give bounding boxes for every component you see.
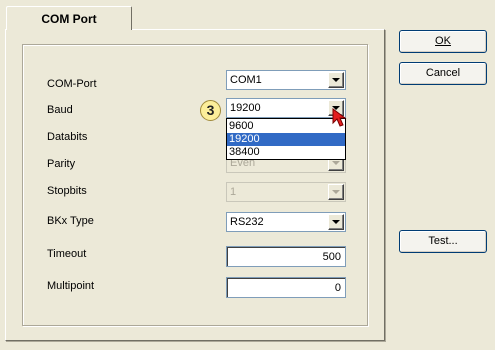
step-number-badge: 3 bbox=[200, 100, 221, 121]
bkx-type-label: BKx Type bbox=[47, 215, 94, 227]
baud-option-19200[interactable]: 19200 bbox=[227, 133, 345, 146]
chevron-down-icon bbox=[332, 190, 340, 194]
stopbits-value: 1 bbox=[230, 186, 237, 198]
stopbits-dropdown-button[interactable] bbox=[328, 184, 344, 200]
multipoint-label: Multipoint bbox=[47, 280, 95, 292]
baud-select[interactable]: 19200 bbox=[226, 98, 346, 118]
red-arrow-cursor-icon bbox=[332, 108, 347, 127]
chevron-down-icon bbox=[332, 220, 340, 224]
parity-label: Parity bbox=[47, 158, 76, 170]
baud-label: Baud bbox=[47, 104, 73, 116]
bkx-type-select[interactable]: RS232 bbox=[226, 212, 346, 232]
ok-label: OK bbox=[435, 35, 451, 47]
baud-value: 19200 bbox=[230, 102, 261, 114]
com-port-select[interactable]: COM1 bbox=[226, 70, 346, 90]
baud-dropdown-list: 9600 19200 38400 bbox=[226, 118, 346, 160]
test-button[interactable]: Test... bbox=[399, 230, 487, 253]
chevron-down-icon bbox=[332, 78, 340, 82]
tab-com-port[interactable]: COM Port bbox=[6, 6, 132, 30]
cancel-button[interactable]: Cancel bbox=[399, 62, 487, 85]
ok-button[interactable]: OK bbox=[399, 30, 487, 53]
chevron-down-icon bbox=[332, 161, 340, 165]
stopbits-select[interactable]: 1 bbox=[226, 182, 346, 202]
bkx-type-value: RS232 bbox=[230, 216, 264, 228]
baud-option-38400[interactable]: 38400 bbox=[227, 146, 345, 159]
com-port-value: COM1 bbox=[230, 74, 262, 86]
multipoint-value: 0 bbox=[334, 282, 341, 294]
bkx-type-dropdown-button[interactable] bbox=[328, 214, 344, 230]
databits-label: Databits bbox=[47, 131, 88, 143]
stopbits-label: Stopbits bbox=[47, 185, 87, 197]
test-label: Test... bbox=[428, 235, 458, 247]
baud-option-9600[interactable]: 9600 bbox=[227, 120, 345, 133]
multipoint-input[interactable]: 0 bbox=[226, 277, 346, 298]
timeout-value: 500 bbox=[322, 251, 341, 263]
com-port-dropdown-button[interactable] bbox=[328, 72, 344, 88]
com-port-label: COM-Port bbox=[47, 78, 97, 90]
timeout-label: Timeout bbox=[47, 248, 87, 260]
tab-label: COM Port bbox=[41, 12, 97, 26]
cancel-label: Cancel bbox=[425, 67, 461, 79]
timeout-input[interactable]: 500 bbox=[226, 246, 346, 267]
